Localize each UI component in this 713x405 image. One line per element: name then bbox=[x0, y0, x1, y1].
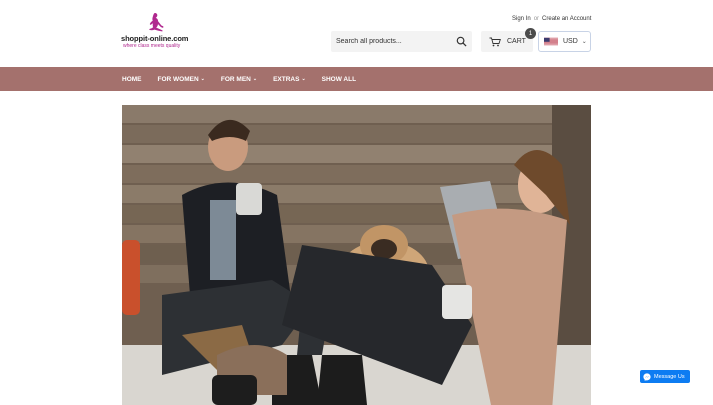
hero-image[interactable] bbox=[122, 105, 591, 405]
nav-items: HOME FOR WOMEN ⌄ FOR MEN ⌄ EXTRAS ⌄ SHOW AL… bbox=[122, 67, 372, 91]
hero-photo bbox=[122, 105, 591, 405]
message-us-label: Message Us bbox=[654, 373, 685, 380]
nav-item-show-all[interactable]: SHOW ALL bbox=[322, 76, 356, 83]
cart-button[interactable]: CART 1 bbox=[481, 28, 536, 52]
main-nav: HOME FOR WOMEN ⌄ FOR MEN ⌄ EXTRAS ⌄ SHOW AL… bbox=[0, 67, 713, 91]
create-account-link[interactable]: Create an Account bbox=[542, 16, 591, 22]
logo-text: shoppit-online.com bbox=[121, 34, 189, 43]
site-logo[interactable]: shoppit-online.com where class meets qua… bbox=[121, 12, 191, 50]
logo-tagline: where class meets quality bbox=[123, 43, 181, 49]
chevron-down-icon: ⌄ bbox=[252, 76, 258, 82]
nav-item-label: SHOW ALL bbox=[321, 75, 357, 83]
nav-item-label: EXTRAS bbox=[273, 75, 300, 83]
nav-item-label: FOR MEN bbox=[220, 75, 251, 83]
chevron-down-icon: ⌄ bbox=[200, 76, 205, 82]
nav-item-extras[interactable]: EXTRAS ⌄ bbox=[273, 76, 306, 83]
sign-in-link[interactable]: Sign In bbox=[512, 16, 531, 22]
us-flag-icon bbox=[544, 37, 558, 46]
cart-count-badge: 1 bbox=[525, 28, 536, 39]
search-input[interactable] bbox=[336, 31, 451, 52]
or-separator: or bbox=[533, 16, 540, 22]
currency-selector[interactable]: USD ⌄ bbox=[538, 31, 591, 52]
account-links: Sign In or Create an Account bbox=[512, 16, 591, 22]
chevron-down-icon: ⌄ bbox=[301, 76, 306, 82]
chevron-down-icon: ⌄ bbox=[581, 39, 587, 45]
cart-label: CART bbox=[507, 38, 526, 45]
nav-item-label: HOME bbox=[122, 75, 142, 83]
page: shoppit-online.com where class meets qua… bbox=[0, 0, 713, 405]
currency-label: USD bbox=[563, 38, 578, 45]
cart-icon bbox=[489, 37, 501, 46]
messenger-icon bbox=[643, 372, 651, 381]
nav-item-label: FOR WOMEN bbox=[157, 75, 199, 83]
logo-figure-icon bbox=[149, 13, 164, 32]
nav-item-for-men[interactable]: FOR MEN ⌄ bbox=[221, 76, 257, 83]
nav-item-for-women[interactable]: FOR WOMEN ⌄ bbox=[158, 76, 205, 83]
search-bar bbox=[331, 31, 472, 52]
nav-item-home[interactable]: HOME bbox=[122, 76, 142, 83]
search-icon[interactable] bbox=[456, 36, 467, 47]
message-us-button[interactable]: Message Us bbox=[640, 370, 690, 383]
